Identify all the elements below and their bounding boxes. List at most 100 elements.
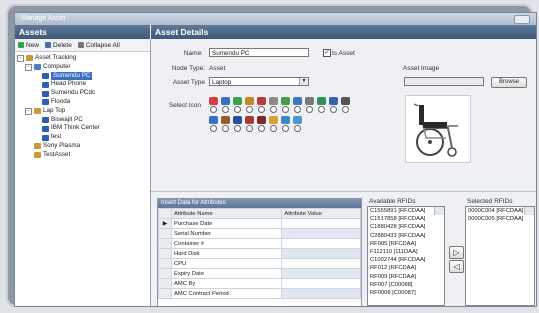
- icon-choice[interactable]: [316, 97, 326, 113]
- attribute-value-cell[interactable]: [281, 268, 361, 279]
- available-rfid-item[interactable]: C1517858 [RFCDAA]: [368, 215, 444, 223]
- icon-choice[interactable]: [208, 97, 218, 113]
- available-rfid-item[interactable]: RF012 [RFCDAA]: [368, 264, 444, 272]
- icon-choice[interactable]: [280, 97, 290, 113]
- tree-node[interactable]: Sony Plasma: [17, 142, 150, 151]
- tree-node[interactable]: Sumendu PCdc: [17, 89, 150, 98]
- row-selector[interactable]: ▶: [158, 218, 172, 229]
- attribute-value-cell[interactable]: [281, 238, 361, 249]
- icon-choice[interactable]: [268, 97, 278, 113]
- tree-node[interactable]: - Computer: [17, 63, 150, 72]
- icon-choice[interactable]: [220, 116, 230, 132]
- icon-radio[interactable]: [341, 106, 349, 113]
- icon-choice[interactable]: [244, 116, 254, 132]
- expand-toggle-icon[interactable]: -: [17, 54, 24, 62]
- attribute-value-cell[interactable]: [281, 248, 361, 259]
- attribute-row[interactable]: CPU: [158, 258, 361, 269]
- row-selector[interactable]: [158, 268, 172, 279]
- icon-choice[interactable]: [340, 97, 350, 113]
- icon-choice[interactable]: [280, 116, 290, 132]
- attribute-row[interactable]: AMC Contract Period: [158, 288, 361, 299]
- attribute-value-cell[interactable]: [281, 278, 361, 289]
- icon-radio[interactable]: [269, 106, 277, 113]
- attribute-value-cell[interactable]: [281, 228, 361, 239]
- icon-radio[interactable]: [293, 106, 301, 113]
- tree-node[interactable]: Head Phone: [17, 80, 150, 89]
- row-selector[interactable]: [158, 288, 172, 299]
- column-header-attribute-value[interactable]: Attribute Value: [281, 208, 361, 219]
- available-rfid-item[interactable]: C1880428 [RFCDAA]: [368, 223, 444, 231]
- icon-radio[interactable]: [269, 125, 277, 132]
- icon-radio[interactable]: [281, 106, 289, 113]
- is-asset-checkbox[interactable]: ✓: [323, 49, 331, 57]
- available-rfid-item[interactable]: RF005 [RFCDAA]: [368, 240, 444, 248]
- row-selector[interactable]: [158, 238, 172, 249]
- icon-radio[interactable]: [245, 125, 253, 132]
- icon-choice[interactable]: [244, 97, 254, 113]
- icon-choice[interactable]: [232, 97, 242, 113]
- available-rfid-item[interactable]: RF0008 [C00087]: [368, 289, 444, 297]
- icon-radio[interactable]: [233, 106, 241, 113]
- available-rfid-item[interactable]: C2880433 [RFCDAA]: [368, 232, 444, 240]
- available-rfid-item[interactable]: F112110 [111DAA]: [368, 248, 444, 256]
- delete-button[interactable]: Delete: [45, 42, 72, 49]
- image-path-input[interactable]: [404, 77, 484, 86]
- tree-node[interactable]: - Asset Tracking: [17, 54, 150, 63]
- new-button[interactable]: New: [18, 42, 39, 49]
- minimize-button[interactable]: [514, 15, 530, 24]
- row-selector[interactable]: [158, 278, 172, 289]
- collapse-all-button[interactable]: Collapse All: [77, 42, 120, 49]
- selected-rfids-list[interactable]: 0000C004 [RFCDAA] 0000C005 [RFCDAA]: [465, 206, 535, 306]
- tree-node[interactable]: - Lap Top: [17, 107, 150, 116]
- icon-choice[interactable]: [328, 97, 338, 113]
- tree-node[interactable]: test: [17, 133, 150, 142]
- browse-button[interactable]: Browse: [491, 77, 527, 88]
- asset-type-select[interactable]: Laptop ▼: [209, 77, 309, 86]
- attribute-value-cell[interactable]: [281, 218, 361, 229]
- icon-radio[interactable]: [317, 106, 325, 113]
- icon-radio[interactable]: [257, 106, 265, 113]
- tree-node[interactable]: Sumendu PC: [17, 71, 150, 81]
- available-rfid-item[interactable]: C1002744 [RFCDAA]: [368, 256, 444, 264]
- available-rfid-item[interactable]: RF007 [C00088]: [368, 281, 444, 289]
- tree-node[interactable]: TestAsset: [17, 151, 150, 160]
- scrollbar[interactable]: [434, 207, 444, 216]
- icon-choice[interactable]: [304, 97, 314, 113]
- icon-radio[interactable]: [233, 125, 241, 132]
- row-selector[interactable]: [158, 228, 172, 239]
- icon-choice[interactable]: [220, 97, 230, 113]
- icon-choice[interactable]: [292, 116, 302, 132]
- attribute-value-cell[interactable]: [281, 288, 361, 299]
- attribute-row[interactable]: Expiry Date: [158, 268, 361, 279]
- row-selector[interactable]: [158, 258, 172, 269]
- scrollbar[interactable]: [524, 207, 534, 216]
- available-rfid-item[interactable]: RF009 [RFCDAA]: [368, 273, 444, 281]
- add-rfid-button[interactable]: ▷: [449, 246, 464, 259]
- expand-toggle-icon[interactable]: -: [25, 107, 32, 115]
- row-selector[interactable]: [158, 248, 172, 259]
- icon-choice[interactable]: [208, 116, 218, 132]
- icon-radio[interactable]: [221, 106, 229, 113]
- available-rfids-list[interactable]: C1555891 [RFCDAA] C1517858 [RFCDAA] C18804…: [367, 206, 445, 306]
- icon-radio[interactable]: [221, 125, 229, 132]
- tree-node[interactable]: Florida: [17, 98, 150, 107]
- icon-radio[interactable]: [329, 106, 337, 113]
- name-input[interactable]: Sumendu PC: [209, 48, 309, 57]
- available-rfid-item[interactable]: C1555891 [RFCDAA]: [368, 207, 444, 215]
- attribute-row[interactable]: Serial Number: [158, 228, 361, 239]
- tree-node[interactable]: Biswajit PC: [17, 116, 150, 125]
- icon-choice[interactable]: [292, 97, 302, 113]
- column-header-attribute-name[interactable]: Attribute Name: [170, 208, 283, 219]
- icon-radio[interactable]: [209, 106, 217, 113]
- remove-rfid-button[interactable]: ◁: [449, 260, 464, 273]
- icon-radio[interactable]: [257, 125, 265, 132]
- attribute-row[interactable]: AMC By: [158, 278, 361, 289]
- icon-choice[interactable]: [232, 116, 242, 132]
- icon-choice[interactable]: [256, 116, 266, 132]
- icon-radio[interactable]: [305, 106, 313, 113]
- attribute-row[interactable]: Container #: [158, 238, 361, 249]
- icon-choice[interactable]: [268, 116, 278, 132]
- selected-rfid-item[interactable]: 0000C005 [RFCDAA]: [466, 215, 534, 223]
- icon-choice[interactable]: [256, 97, 266, 113]
- attribute-row[interactable]: Hard Disk: [158, 248, 361, 259]
